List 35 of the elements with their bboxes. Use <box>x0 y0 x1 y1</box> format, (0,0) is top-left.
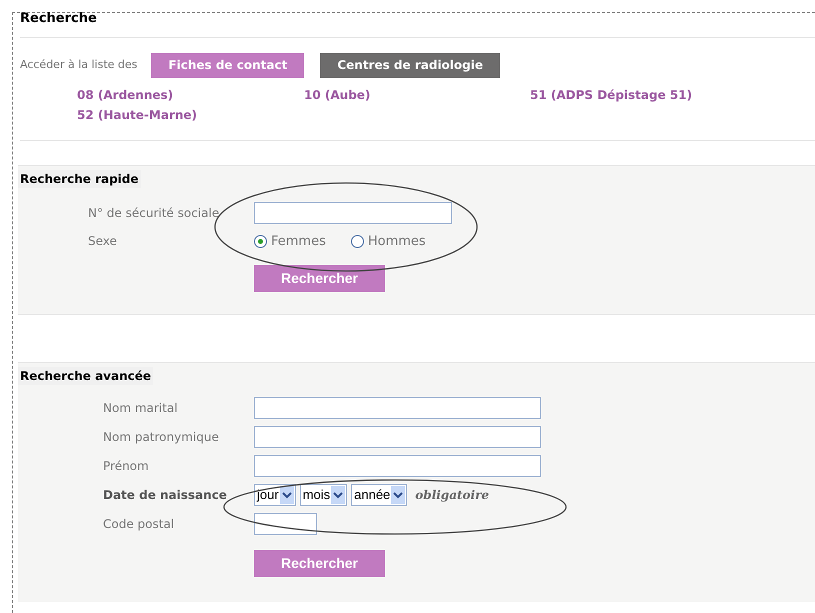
section-title: Recherche avancée <box>18 366 154 384</box>
department-link[interactable]: 10 (Aube) <box>304 86 530 104</box>
field-label: Nom marital <box>103 400 179 416</box>
text-field[interactable] <box>254 454 541 476</box>
text-field[interactable] <box>254 512 317 534</box>
text-field[interactable] <box>254 396 541 418</box>
radio-button[interactable] <box>350 234 364 248</box>
field-label: Prénom <box>103 458 150 474</box>
required-note: obligatoire <box>415 486 490 504</box>
department-link[interactable]: 52 (Haute-Marne) <box>77 106 304 124</box>
date-select[interactable]: mois <box>300 484 348 506</box>
field-label: N° de sécurité sociale <box>88 204 220 222</box>
search-button[interactable]: Rechercher <box>254 265 385 292</box>
text-field[interactable] <box>254 426 541 448</box>
page-title: Recherche <box>20 10 98 28</box>
chevron-down-icon <box>391 486 406 504</box>
radio-label: Hommes <box>368 232 426 250</box>
access-label: Accéder à la liste des <box>20 56 138 73</box>
chevron-down-icon <box>331 486 346 504</box>
section-title: Recherche rapide <box>18 170 141 188</box>
field-label: Nom patronymique <box>103 428 220 446</box>
chevron-down-icon <box>280 486 294 504</box>
field-label: Date de naissance <box>103 486 228 504</box>
field-label: Code postal <box>103 516 176 532</box>
radio-label: Femmes <box>271 232 326 250</box>
date-select[interactable]: année <box>351 484 408 506</box>
radio-button[interactable] <box>254 234 267 248</box>
search-button[interactable]: Rechercher <box>254 550 385 576</box>
department-link[interactable]: 08 (Ardennes) <box>77 86 304 104</box>
text-field[interactable] <box>254 202 452 224</box>
list-button[interactable]: Fiches de contact <box>151 52 304 78</box>
field-label: Sexe <box>88 233 118 250</box>
list-button[interactable]: Centres de radiologie <box>320 52 500 78</box>
date-select[interactable]: jour <box>254 484 296 506</box>
department-link[interactable]: 51 (ADPS Dépistage 51) <box>530 86 770 104</box>
